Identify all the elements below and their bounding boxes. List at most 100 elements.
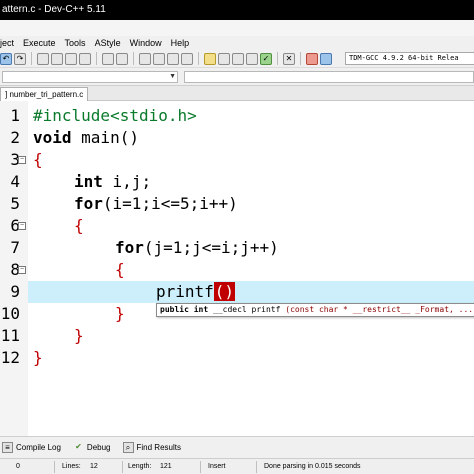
line-number: 7 [10, 238, 20, 257]
member-combo[interactable] [184, 71, 474, 83]
line-number: 2 [10, 128, 20, 147]
line-number: 1 [10, 106, 20, 125]
for-header: (j=1;j<=i;j++) [143, 238, 279, 257]
menu-bar: ject Execute Tools AStyle Window Help [0, 36, 474, 50]
tab-number-tri-pattern[interactable]: ] number_tri_pattern.c [0, 87, 89, 101]
bottom-panel-tabs: ≡ Compile Log ✔ Debug ⌕ Find Results [0, 436, 474, 458]
compiler-label: TDM-GCC 4.9.2 64-bit Relea [349, 54, 459, 62]
line-number: 12 [0, 348, 20, 367]
line-number: 4 [10, 172, 20, 191]
find-results-label: Find Results [136, 443, 181, 452]
toolbar-separator [198, 52, 199, 65]
compiler-select[interactable]: TDM-GCC 4.9.2 64-bit Relea [345, 52, 474, 65]
status-length-label: Length: [128, 463, 152, 470]
code-line-11: } [74, 326, 84, 345]
unindent-icon[interactable] [153, 52, 165, 65]
run-icon[interactable] [218, 52, 230, 65]
rebuild-icon[interactable] [246, 52, 258, 65]
chevron-down-icon: ▼ [169, 73, 176, 80]
undo-icon[interactable]: ↶ [0, 52, 12, 65]
menu-help[interactable]: Help [171, 38, 190, 48]
title-strip [0, 20, 474, 36]
code-line-1: #include<stdio.h> [33, 105, 197, 127]
close-icon[interactable]: ✕ [283, 52, 295, 65]
keyword-void: void [33, 128, 72, 147]
chart-icon[interactable] [306, 52, 318, 65]
status-separator [54, 461, 55, 473]
indent-icon[interactable] [139, 52, 151, 65]
debug-label: Debug [86, 443, 111, 452]
code-line-12: } [33, 348, 43, 367]
menu-execute[interactable]: Execute [23, 38, 56, 48]
file-tab-strip: ] number_tri_pattern.c [0, 86, 474, 101]
compile-icon[interactable] [204, 52, 216, 65]
code-line-10: } [115, 304, 125, 323]
compile-log-label: Compile Log [16, 443, 61, 452]
status-col: 0 [16, 463, 20, 470]
find-icon[interactable] [37, 52, 49, 65]
goto-bookmark-icon[interactable] [181, 52, 193, 65]
window-title: attern.c - Dev-C++ 5.11 [2, 4, 106, 15]
status-length-value: 121 [160, 463, 172, 470]
line-number: 11 [0, 326, 20, 345]
menu-astyle[interactable]: AStyle [95, 38, 121, 48]
fold-marker-icon[interactable]: − [18, 156, 26, 164]
line-number: 5 [10, 194, 20, 213]
code-line-9: printf() [156, 281, 236, 303]
code-line-2: void main() [33, 127, 139, 149]
menu-window[interactable]: Window [130, 38, 162, 48]
code-line-7: for(j=1;j<=i;j++) [115, 237, 279, 259]
tab-find-results[interactable]: ⌕ Find Results [122, 442, 181, 453]
printf-call: printf [156, 282, 214, 301]
line-number: 9 [10, 282, 20, 301]
code-line-3: { [33, 150, 43, 169]
status-message: Done parsing in 0.015 seconds [264, 463, 361, 470]
status-bar: 0 Lines: 12 Length: 121 Insert Done pars… [0, 458, 474, 474]
class-browser-icon[interactable] [116, 52, 128, 65]
main-signature: main() [71, 128, 139, 147]
toolbar-separator [96, 52, 97, 65]
profile-icon[interactable] [320, 52, 332, 65]
goto-line-icon[interactable] [79, 52, 91, 65]
current-line-highlight [28, 281, 474, 303]
keyword-int: int [74, 172, 103, 191]
menu-project[interactable]: ject [0, 38, 14, 48]
fold-marker-icon[interactable]: − [18, 222, 26, 230]
compile-run-icon[interactable] [232, 52, 244, 65]
code-line-6: { [74, 216, 84, 235]
check-syntax-icon[interactable]: ✓ [260, 52, 272, 65]
status-mode: Insert [208, 463, 226, 470]
class-combo[interactable]: ▼ [2, 71, 178, 83]
status-separator [256, 461, 257, 473]
tooltip-params: (const char * __restrict__ _Format, ...) [285, 305, 474, 314]
find-results-icon: ⌕ [122, 442, 134, 453]
toolbar-separator [133, 52, 134, 65]
code-line-8: { [115, 260, 125, 279]
toolbar-separator [31, 52, 32, 65]
tab-compile-log[interactable]: ≡ Compile Log [2, 442, 61, 453]
line-number-gutter: 1 2 3 4 5 6 7 8 9 10 11 12 − − − [0, 101, 28, 436]
find-next-icon[interactable] [65, 52, 77, 65]
toolbar-separator [300, 52, 301, 65]
tab-debug[interactable]: ✔ Debug [73, 442, 111, 453]
title-bar: attern.c - Dev-C++ 5.11 [0, 0, 474, 20]
redo-icon[interactable]: ↷ [14, 52, 26, 65]
code-editor[interactable]: 1 2 3 4 5 6 7 8 9 10 11 12 − − − #includ… [0, 101, 474, 436]
for-header: (i=1;i<=5;i++) [102, 194, 238, 213]
fold-marker-icon[interactable]: − [18, 266, 26, 274]
status-lines-value: 12 [90, 463, 98, 470]
replace-icon[interactable] [51, 52, 63, 65]
function-signature-tooltip: public int __cdecl printf (const char * … [156, 303, 474, 317]
toolbar-separator [277, 52, 278, 65]
status-lines-label: Lines: [62, 463, 81, 470]
code-line-5: for(i=1;i<=5;i++) [74, 193, 238, 215]
line-number: 10 [0, 304, 20, 323]
code-line-4: int i,j; [74, 171, 151, 193]
tooltip-cdecl: __cdecl printf [208, 305, 286, 314]
include-directive: #include<stdio.h> [33, 106, 197, 125]
class-toolbar: ▼ [0, 68, 474, 86]
menu-tools[interactable]: Tools [65, 38, 86, 48]
selected-parentheses: () [213, 282, 236, 301]
new-class-icon[interactable] [102, 52, 114, 65]
toggle-bookmark-icon[interactable] [167, 52, 179, 65]
